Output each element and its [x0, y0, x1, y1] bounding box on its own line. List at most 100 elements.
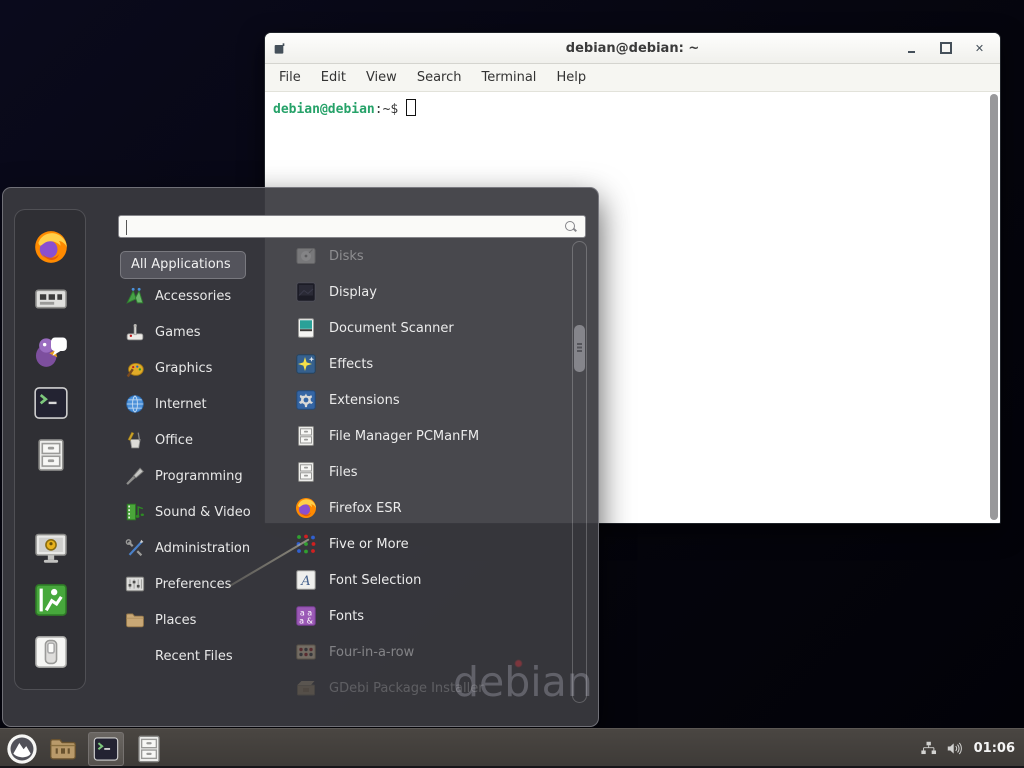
app-label: File Manager PCManFM: [329, 429, 479, 444]
app-label: Effects: [329, 357, 373, 372]
clock[interactable]: 01:06: [974, 741, 1015, 756]
internet-icon: [124, 393, 146, 415]
minimize-button[interactable]: [905, 42, 918, 55]
category-places[interactable]: Places: [120, 602, 266, 638]
filter-all-applications-button[interactable]: All Applications: [120, 251, 246, 279]
terminal-prompt-user: debian@debian: [273, 102, 375, 117]
display-icon: [294, 280, 318, 304]
category-programming[interactable]: Programming: [120, 458, 266, 494]
app-fonts[interactable]: a aa & Fonts: [264, 598, 570, 634]
app-label: Files: [329, 465, 358, 480]
category-administration[interactable]: Administration: [120, 530, 266, 566]
app-files[interactable]: Files: [264, 454, 570, 490]
terminal-scrollbar[interactable]: [990, 94, 998, 520]
four-icon: [294, 640, 318, 664]
terminal-menu-search[interactable]: Search: [407, 64, 472, 92]
favorite-terminal-icon[interactable]: [32, 384, 70, 422]
category-games[interactable]: Games: [120, 314, 266, 350]
fonts-icon: a aa &: [294, 604, 318, 628]
taskbar-file-manager-button[interactable]: [47, 733, 79, 765]
games-icon: [124, 321, 146, 343]
terminal-cursor: [406, 99, 416, 116]
app-label: Font Selection: [329, 573, 421, 588]
app-effects[interactable]: Effects: [264, 346, 570, 382]
cabinet-icon: [294, 424, 318, 448]
category-label: Places: [155, 613, 196, 628]
category-office[interactable]: Office: [120, 422, 266, 458]
category-label: Graphics: [155, 361, 212, 376]
category-label: Office: [155, 433, 193, 448]
app-label: Fonts: [329, 609, 364, 624]
app-firefox-esr[interactable]: Firefox ESR: [264, 490, 570, 526]
category-recent-files[interactable]: Recent Files: [120, 638, 266, 674]
volume-icon[interactable]: [945, 739, 964, 758]
desktop: debian@debian: ~ ✕ FileEditViewSearchTer…: [0, 0, 1024, 768]
terminal-menu-file[interactable]: File: [269, 64, 311, 92]
extensions-icon: [294, 388, 318, 412]
terminal-titlebar[interactable]: debian@debian: ~ ✕: [265, 33, 1000, 64]
category-internet[interactable]: Internet: [120, 386, 266, 422]
accessories-icon: [124, 285, 146, 307]
app-label: Disks: [329, 249, 364, 264]
category-accessories[interactable]: Accessories: [120, 278, 266, 314]
app-list-scrollbar-thumb[interactable]: [574, 325, 585, 372]
search-icon: [564, 220, 578, 234]
taskbar: 01:06: [0, 728, 1024, 768]
disks-icon: [294, 244, 318, 268]
app-font-selection[interactable]: A Font Selection: [264, 562, 570, 598]
shutdown-button[interactable]: [32, 633, 70, 671]
terminal-menubar: FileEditViewSearchTerminalHelp: [265, 64, 1000, 92]
terminal-menu-edit[interactable]: Edit: [311, 64, 356, 92]
category-label: Programming: [155, 469, 243, 484]
favorite-package-manager-icon[interactable]: [32, 280, 70, 318]
gdebi-icon: [294, 676, 318, 700]
scanner-icon: [294, 316, 318, 340]
graphics-icon: [124, 357, 146, 379]
favorite-firefox-icon[interactable]: [32, 228, 70, 266]
close-button[interactable]: ✕: [973, 42, 986, 55]
category-sound-video[interactable]: Sound & Video: [120, 494, 266, 530]
app-display[interactable]: Display: [264, 274, 570, 310]
terminal-menu-view[interactable]: View: [356, 64, 407, 92]
category-preferences[interactable]: Preferences: [120, 566, 266, 602]
app-document-scanner[interactable]: Document Scanner: [264, 310, 570, 346]
search-box[interactable]: [118, 215, 586, 238]
app-disks[interactable]: Disks: [264, 238, 570, 274]
terminal-menu-terminal[interactable]: Terminal: [471, 64, 546, 92]
programming-icon: [124, 465, 146, 487]
category-label: Preferences: [155, 577, 231, 592]
category-label: Recent Files: [155, 649, 233, 664]
app-file-manager-pcmanfm[interactable]: File Manager PCManFM: [264, 418, 570, 454]
favorite-file-manager-icon[interactable]: [32, 436, 70, 474]
fontsel-icon: A: [294, 568, 318, 592]
svg-text:a &: a &: [299, 617, 313, 626]
network-icon[interactable]: [919, 739, 938, 758]
logout-button[interactable]: [32, 581, 70, 619]
app-label: Display: [329, 285, 377, 300]
taskbar-file-cabinet-button[interactable]: [133, 733, 165, 765]
taskbar-start-menu-button[interactable]: [6, 733, 38, 765]
taskbar-terminal-button[interactable]: [92, 735, 120, 763]
debian-swirl-icon: [515, 660, 522, 667]
app-extensions[interactable]: Extensions: [264, 382, 570, 418]
category-graphics[interactable]: Graphics: [120, 350, 266, 386]
terminal-title: debian@debian: ~: [265, 41, 1000, 56]
terminal-menu-help[interactable]: Help: [546, 64, 596, 92]
category-label: Sound & Video: [155, 505, 251, 520]
text-caret: [126, 220, 127, 235]
taskbar-terminal-active-button[interactable]: [88, 732, 124, 766]
effects-icon: [294, 352, 318, 376]
svg-text:A: A: [300, 574, 310, 589]
favorite-pidgin-icon[interactable]: [32, 332, 70, 370]
search-input[interactable]: [119, 216, 585, 237]
app-list-scrollbar[interactable]: [572, 241, 587, 703]
category-list: AccessoriesGames Graphics Internet Office Pr…: [120, 278, 266, 674]
window-controls: ✕: [905, 33, 986, 64]
category-label: Internet: [155, 397, 207, 412]
app-five-or-more[interactable]: Five or More: [264, 526, 570, 562]
office-icon: [124, 429, 146, 451]
app-label: Five or More: [329, 537, 409, 552]
lock-screen-button[interactable]: [32, 529, 70, 567]
maximize-button[interactable]: [939, 42, 952, 55]
blank-icon: [124, 645, 146, 667]
